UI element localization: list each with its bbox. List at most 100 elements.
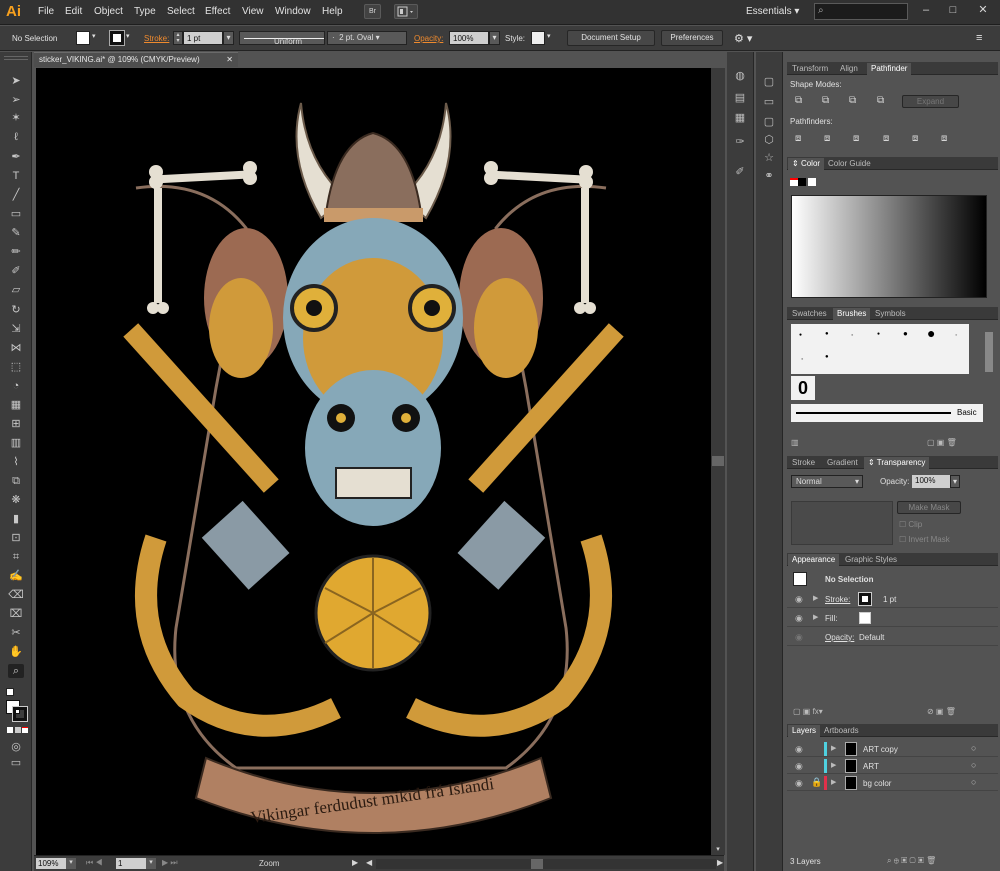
tab-graphic-styles[interactable]: Graphic Styles [841, 554, 901, 566]
eye-icon[interactable]: ◉ [795, 594, 803, 605]
close-tab-icon[interactable]: ✕ [226, 53, 233, 66]
transform-panel-icon[interactable]: ▢ [760, 74, 778, 90]
stroke-weight-field[interactable]: 1 pt [183, 31, 223, 45]
appearance-fill-label[interactable]: Fill: [825, 614, 837, 623]
tab-brushes[interactable]: Brushes [833, 308, 871, 320]
invert-mask-checkbox[interactable]: ☐ Invert Mask [899, 535, 950, 544]
merge-icon[interactable]: ⧈ [853, 133, 859, 144]
preferences-button[interactable]: Preferences [661, 30, 723, 46]
stroke-label[interactable]: Stroke: [144, 34, 169, 43]
brush-libraries-icon[interactable]: ▥ [791, 438, 799, 447]
menu-type[interactable]: Type [134, 6, 156, 17]
expand-arrow-icon[interactable]: ▶ [831, 778, 836, 786]
chevron-down-icon[interactable]: ▾ [126, 32, 130, 40]
stroke-swatch[interactable] [109, 30, 125, 46]
star-icon[interactable]: ☆ [760, 150, 778, 166]
crop-tool-icon[interactable]: ⌧ [8, 607, 24, 621]
layer-row[interactable]: ◉ 🔒 ▶ bg color ○ [787, 775, 998, 791]
brush-definition[interactable]: · 2 pt. Oval ▾ [327, 31, 407, 45]
pen-tool-icon[interactable]: ✒ [8, 150, 24, 164]
perspective-grid-tool-icon[interactable]: ▦ [8, 398, 24, 412]
tab-appearance[interactable]: Appearance [788, 554, 840, 566]
clear-appearance-icon[interactable]: ⊘ ▣ 🗑 [927, 707, 956, 716]
document-setup-button[interactable]: Document Setup [567, 30, 655, 46]
clip-checkbox[interactable]: ☐ Clip [899, 520, 922, 529]
appearance-fill-row[interactable]: ◉ ▶ Fill: [787, 609, 998, 627]
graphic-style-swatch[interactable] [531, 31, 545, 45]
expand-button[interactable]: Expand [902, 95, 959, 108]
gradient-mode-icon[interactable] [15, 727, 21, 733]
scroll-left-icon[interactable]: ◀ [366, 858, 372, 867]
variable-width-profile[interactable]: Uniform [239, 31, 325, 46]
color-guide-icon[interactable]: ◍ [731, 68, 749, 84]
slice-tool-icon[interactable]: ⌗ [8, 550, 24, 564]
layers-footer-icons[interactable]: ⌕ ⊕ ▣ ▢ ▣ 🗑 [887, 856, 936, 866]
tab-artboards[interactable]: Artboards [820, 725, 863, 737]
kuler-icon[interactable]: ▤ [731, 90, 749, 106]
workspace-switcher[interactable]: Essentials ▾ [746, 6, 799, 17]
eraser-alt-icon[interactable]: ⌫ [8, 588, 24, 602]
none-mode-icon[interactable] [22, 727, 28, 733]
new-brush-icon[interactable]: ▢ ▣ 🗑 [927, 438, 957, 447]
expand-arrow-icon[interactable]: ▶ [813, 594, 818, 602]
target-icon[interactable]: ○ [971, 777, 976, 787]
menu-object[interactable]: Object [94, 6, 123, 17]
outline-icon[interactable]: ⧈ [912, 133, 918, 144]
status-menu-icon[interactable]: ▶ [352, 858, 358, 867]
divide-icon[interactable]: ⧈ [795, 133, 801, 144]
eye-icon[interactable]: ◉ [795, 744, 803, 755]
scroll-right-icon[interactable]: ▶ [717, 858, 723, 867]
blob-brush-alt-icon[interactable]: ✍ [8, 569, 24, 583]
default-colors-icon[interactable] [6, 688, 14, 696]
direct-selection-tool-icon[interactable]: ➢ [8, 93, 24, 107]
appearance-stroke-row[interactable]: ◉ ▶ Stroke: 1 pt [787, 590, 998, 608]
paintbrush-tool-icon[interactable]: ✎ [8, 226, 24, 240]
color-spectrum[interactable] [791, 195, 987, 298]
free-transform-tool-icon[interactable]: ⬚ [8, 360, 24, 374]
layer-row[interactable]: ◉ ▶ ART copy ○ [787, 741, 998, 757]
document-tab[interactable]: sticker_VIKING.ai* @ 109% (CMYK/Preview)… [34, 52, 238, 67]
arrange-documents-button[interactable] [394, 4, 418, 19]
tab-color[interactable]: ⇕ Color [788, 158, 825, 170]
pathfinder-panel-icon[interactable]: ▢ [760, 114, 778, 130]
maximize-button[interactable]: □ [940, 0, 966, 22]
lock-icon[interactable]: 🔒 [811, 777, 822, 788]
tab-gradient[interactable]: Gradient [823, 457, 862, 469]
make-mask-button[interactable]: Make Mask [897, 501, 961, 514]
minimize-button[interactable]: – [913, 0, 939, 22]
menu-edit[interactable]: Edit [65, 6, 82, 17]
calligraphic-brush[interactable]: 0 [791, 376, 815, 400]
rectangle-tool-icon[interactable]: ▭ [8, 207, 24, 221]
unite-icon[interactable]: ⧉ [795, 95, 802, 106]
blend-tool-icon[interactable]: ⧉ [8, 474, 24, 488]
eye-icon[interactable]: ◉ [795, 778, 803, 789]
draw-mode-icon[interactable]: ◎ [8, 740, 24, 754]
crop-icon[interactable]: ⧈ [883, 133, 889, 144]
menu-file[interactable]: File [38, 6, 54, 17]
tab-layers[interactable]: Layers [788, 725, 821, 737]
brushes-scroll-thumb[interactable] [985, 332, 993, 372]
layer-row[interactable]: ◉ ▶ ART ○ [787, 758, 998, 774]
tab-transparency[interactable]: ⇕ Transparency [864, 457, 930, 469]
eyedropper-tool-icon[interactable]: ⌇ [8, 455, 24, 469]
bridge-button[interactable]: Br [364, 4, 381, 19]
knife-tool-icon[interactable]: ✂ [8, 626, 24, 640]
black-swatch[interactable] [798, 178, 806, 186]
blend-mode-dropdown[interactable]: Normal ▾ [791, 475, 863, 488]
selection-tool-icon[interactable]: ➤ [8, 74, 24, 88]
symbol-icon[interactable]: ✐ [731, 164, 749, 180]
menu-help[interactable]: Help [322, 6, 343, 17]
chevron-down-icon[interactable]: ▾ [92, 32, 96, 40]
artboard-dropdown[interactable]: ▾ [146, 858, 156, 869]
close-window-button[interactable]: ✕ [966, 0, 1000, 22]
screen-mode-icon[interactable]: ▭ [8, 756, 24, 770]
hand-tool-icon[interactable]: ✋ [8, 645, 24, 659]
brush-icon[interactable]: ✑ [731, 134, 749, 150]
eye-icon[interactable]: ◉ [795, 761, 803, 772]
tab-transform[interactable]: Transform [788, 63, 832, 75]
appearance-stroke-label[interactable]: Stroke: [825, 595, 850, 604]
opacity-field[interactable]: 100% [449, 31, 489, 45]
brush-basic-row[interactable]: Basic [791, 404, 983, 422]
fill-swatch[interactable] [76, 31, 90, 45]
intersect-icon[interactable]: ⧉ [849, 95, 856, 106]
